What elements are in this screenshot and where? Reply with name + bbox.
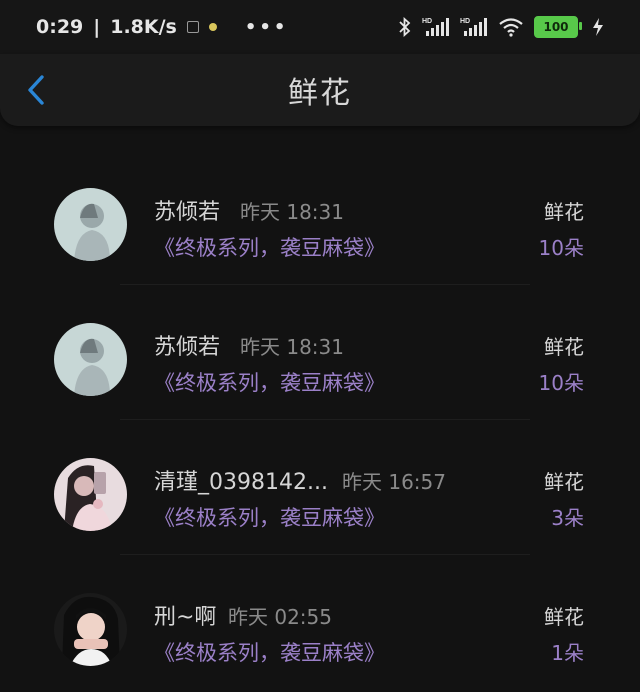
bluetooth-icon [399,17,411,37]
book-title-link[interactable]: 《终极系列，袭豆麻袋》 [154,367,385,397]
timestamp: 昨天 18:31 [240,200,344,224]
avatar[interactable] [54,458,127,531]
list-item[interactable]: 清瑾_0398142... 昨天 16:57 《终极系列，袭豆麻袋》 鲜花 3朵 [0,420,640,555]
gift-label: 鲜花 [544,335,584,359]
user-name[interactable]: 刑~啊 [154,599,216,631]
network-speed: 1.8K/s [110,16,177,38]
gift-count: 3朵 [551,506,584,530]
gift-count: 1朵 [551,641,584,665]
wifi-icon [499,18,523,37]
avatar[interactable] [54,188,127,261]
gift-count: 10朵 [538,236,584,260]
timestamp: 昨天 18:31 [240,335,344,359]
svg-text:HD: HD [422,18,432,25]
timestamp: 昨天 16:57 [342,470,446,494]
page-title: 鲜花 [288,76,352,111]
list-item[interactable]: 苏倾若 昨天 18:31 《终极系列，袭豆麻袋》 鲜花 10朵 [0,285,640,420]
clock: 0:29 [36,16,84,38]
avatar[interactable] [54,593,127,666]
timestamp: 昨天 02:55 [228,605,332,629]
signal-hd-icon: HD [422,18,449,36]
battery-icon: 100 [534,16,582,38]
nav-bar: 鲜花 [0,54,640,126]
list-item[interactable]: 苏倾若 昨天 18:31 《终极系列，袭豆麻袋》 鲜花 10朵 [0,150,640,285]
user-name[interactable]: 苏倾若 [154,329,220,361]
more-notifications-icon: ••• [244,16,289,38]
user-name[interactable]: 清瑾_0398142... [154,464,328,496]
signal-hd-icon-2: HD [460,18,487,36]
list-item[interactable]: 刑~啊 昨天 02:55 《终极系列，袭豆麻袋》 鲜花 1朵 [0,555,640,690]
book-title-link[interactable]: 《终极系列，袭豆麻袋》 [154,502,385,532]
svg-text:HD: HD [460,18,470,25]
book-title-link[interactable]: 《终极系列，袭豆麻袋》 [154,637,385,667]
status-bar: 0:29 | 1.8K/s ••• HD HD 100 [0,0,640,54]
storage-icon [186,21,199,33]
charging-icon [593,18,603,36]
gift-list: 苏倾若 昨天 18:31 《终极系列，袭豆麻袋》 鲜花 10朵 苏倾若 昨天 1… [0,150,640,690]
status-left: 0:29 | 1.8K/s ••• [36,16,288,38]
gift-label: 鲜花 [544,200,584,224]
status-right: HD HD 100 [398,16,604,38]
notification-icon [208,23,217,31]
book-title-link[interactable]: 《终极系列，袭豆麻袋》 [154,232,385,262]
status-separator: | [93,16,101,38]
gift-count: 10朵 [538,371,584,395]
gift-label: 鲜花 [544,605,584,629]
avatar[interactable] [54,323,127,396]
gift-label: 鲜花 [544,470,584,494]
user-name[interactable]: 苏倾若 [154,194,220,226]
